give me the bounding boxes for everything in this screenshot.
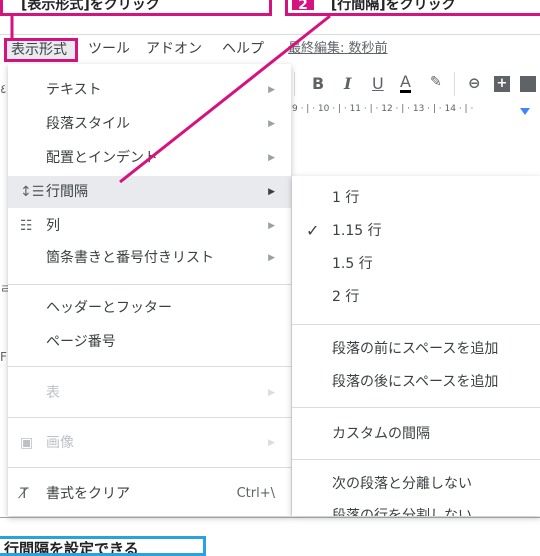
pointer-stroke: [119, 14, 331, 184]
callout-pointer-line: [10, 14, 331, 184]
